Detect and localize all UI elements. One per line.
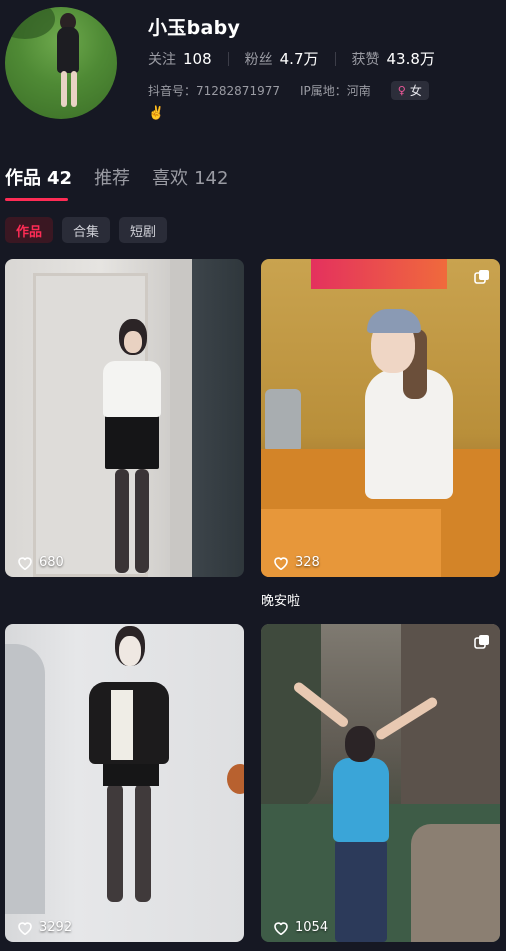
tab-count: 142 <box>194 168 229 189</box>
divider <box>227 51 229 66</box>
content-tabs: 作品 42 推荐 喜欢 142 <box>5 164 250 190</box>
gender-label: 女 <box>409 84 422 98</box>
chip-short-drama[interactable]: 短剧 <box>119 217 168 243</box>
tab-likes[interactable]: 喜欢 142 <box>152 164 228 190</box>
female-icon: ♀ <box>397 84 406 97</box>
stat-label: 关注 <box>148 51 176 68</box>
avatar[interactable] <box>5 7 117 119</box>
tab-count: 42 <box>47 168 73 189</box>
video-card[interactable]: 328 <box>261 259 500 577</box>
video-card[interactable]: 680 <box>5 259 244 577</box>
bio: ✌️ <box>148 106 165 121</box>
video-card[interactable]: 1054 <box>261 624 500 942</box>
stat-likes: 获赞 43.8万 <box>352 48 435 69</box>
like-count: 680 <box>17 555 64 570</box>
like-count-value: 680 <box>39 555 64 570</box>
video-caption[interactable]: 晚安啦 <box>261 590 300 609</box>
douyin-id: 抖音号：71282871977 <box>148 84 280 98</box>
profile-stats: 关注 108 粉丝 4.7万 获赞 43.8万 <box>148 48 435 69</box>
profile-page: 小玉baby 关注 108 粉丝 4.7万 获赞 43.8万 抖音号：71282871… <box>0 0 506 951</box>
like-count: 328 <box>273 555 320 570</box>
tab-recommend[interactable]: 推荐 <box>94 164 130 190</box>
stack-icon <box>474 635 489 649</box>
heart-outline-icon <box>274 921 288 935</box>
tab-label: 作品 <box>5 168 41 189</box>
ip-location: IP属地：河南 <box>299 84 371 98</box>
stat-following[interactable]: 关注 108 <box>148 49 212 69</box>
like-count-value: 1054 <box>295 920 329 935</box>
like-count-value: 3292 <box>39 920 73 935</box>
active-tab-indicator <box>5 198 68 201</box>
profile-meta: 抖音号：71282871977 IP属地：河南 ♀ 女 <box>148 81 429 100</box>
tab-label: 推荐 <box>94 168 131 189</box>
chip-works[interactable]: 作品 <box>5 217 54 243</box>
stat-label: 获赞 <box>351 52 380 68</box>
stack-icon <box>474 270 489 284</box>
username: 小玉baby <box>148 17 241 39</box>
like-count: 1054 <box>273 920 328 935</box>
like-count-value: 328 <box>295 555 320 570</box>
stat-followers[interactable]: 粉丝 4.7万 <box>245 48 319 69</box>
heart-outline-icon <box>18 921 32 935</box>
tab-label: 喜欢 <box>152 168 189 189</box>
divider <box>334 51 336 66</box>
heart-outline-icon <box>18 556 32 570</box>
video-card[interactable]: 3292 <box>5 624 244 942</box>
stat-value: 4.7万 <box>279 50 319 68</box>
like-count: 3292 <box>17 920 72 935</box>
gender-badge: ♀ 女 <box>390 81 429 100</box>
tab-works[interactable]: 作品 42 <box>5 164 72 190</box>
stat-value: 108 <box>183 49 212 68</box>
heart-outline-icon <box>274 556 288 570</box>
stat-label: 粉丝 <box>244 52 273 68</box>
filter-chips: 作品 合集 短剧 <box>5 217 176 243</box>
chip-collections[interactable]: 合集 <box>62 217 111 243</box>
stat-value: 43.8万 <box>386 50 435 68</box>
